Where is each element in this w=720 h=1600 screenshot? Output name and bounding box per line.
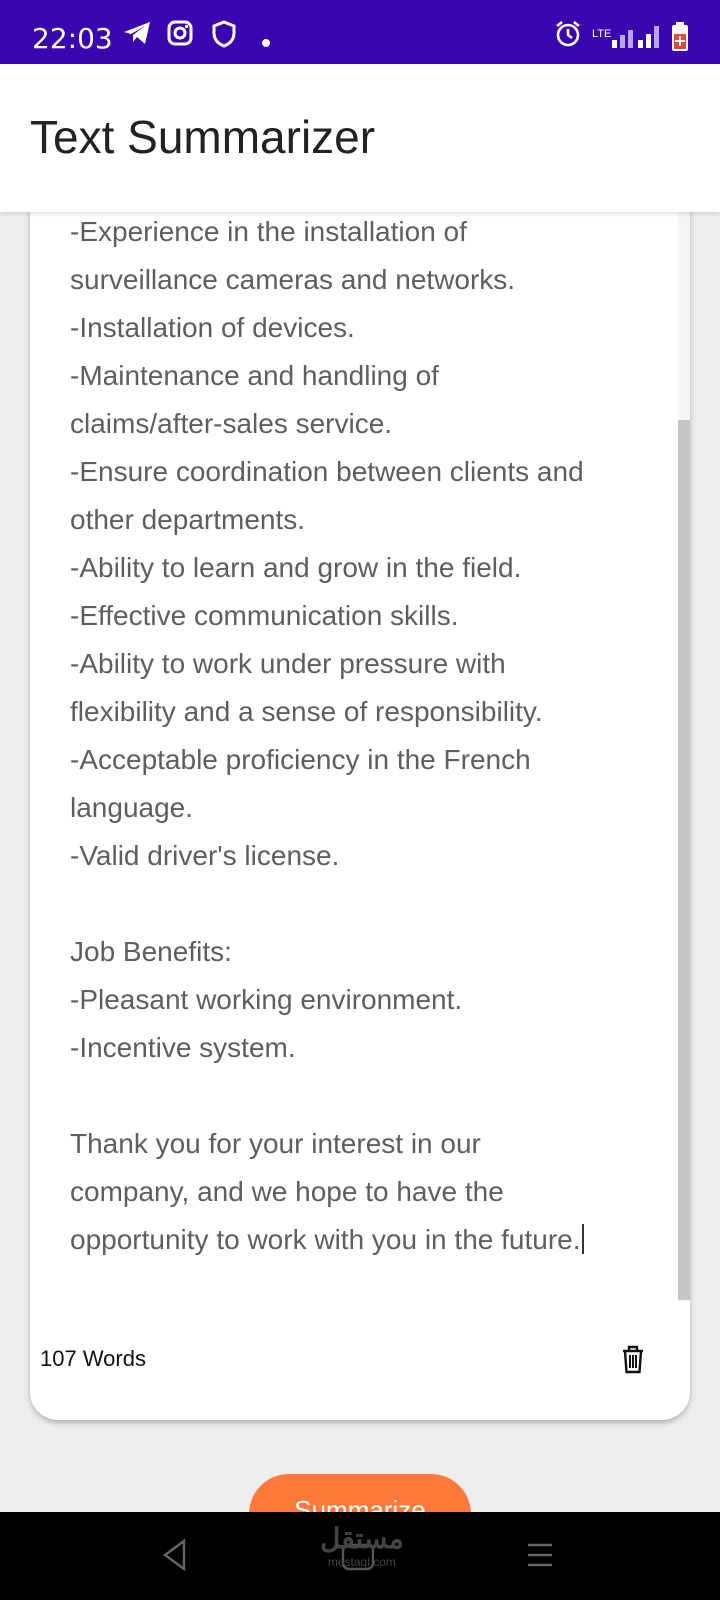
status-bar: 22:03 LTE [0, 0, 720, 64]
network-type: LTE [592, 28, 612, 40]
text-cursor [581, 1224, 584, 1254]
watermark-sub: mostaql.com [327, 1555, 396, 1569]
trash-icon[interactable] [620, 1344, 646, 1379]
dot-icon [262, 34, 270, 52]
app-title: Text Summarizer [30, 111, 376, 163]
alarm-icon [554, 20, 582, 53]
menu-icon[interactable] [526, 1542, 554, 1573]
back-icon[interactable] [160, 1538, 190, 1577]
signal-icon [610, 22, 660, 55]
text-input[interactable]: -Experience in the installation of surve… [70, 208, 650, 1264]
scrollbar-thumb[interactable] [678, 420, 690, 1300]
input-card: -Experience in the installation of surve… [30, 160, 690, 1420]
app-bar: Text Summarizer [0, 64, 720, 212]
word-count: 107 Words [40, 1346, 146, 1371]
watermark-main: مستقل [320, 1523, 404, 1554]
shield-icon [212, 20, 236, 53]
text-input-content: -Experience in the installation of surve… [70, 216, 584, 1255]
status-time: 22:03 [32, 22, 113, 55]
instagram-icon [167, 20, 193, 51]
battery-icon [670, 22, 690, 57]
watermark: مستقل mostaql.com [320, 1522, 404, 1569]
telegram-icon [122, 20, 152, 51]
